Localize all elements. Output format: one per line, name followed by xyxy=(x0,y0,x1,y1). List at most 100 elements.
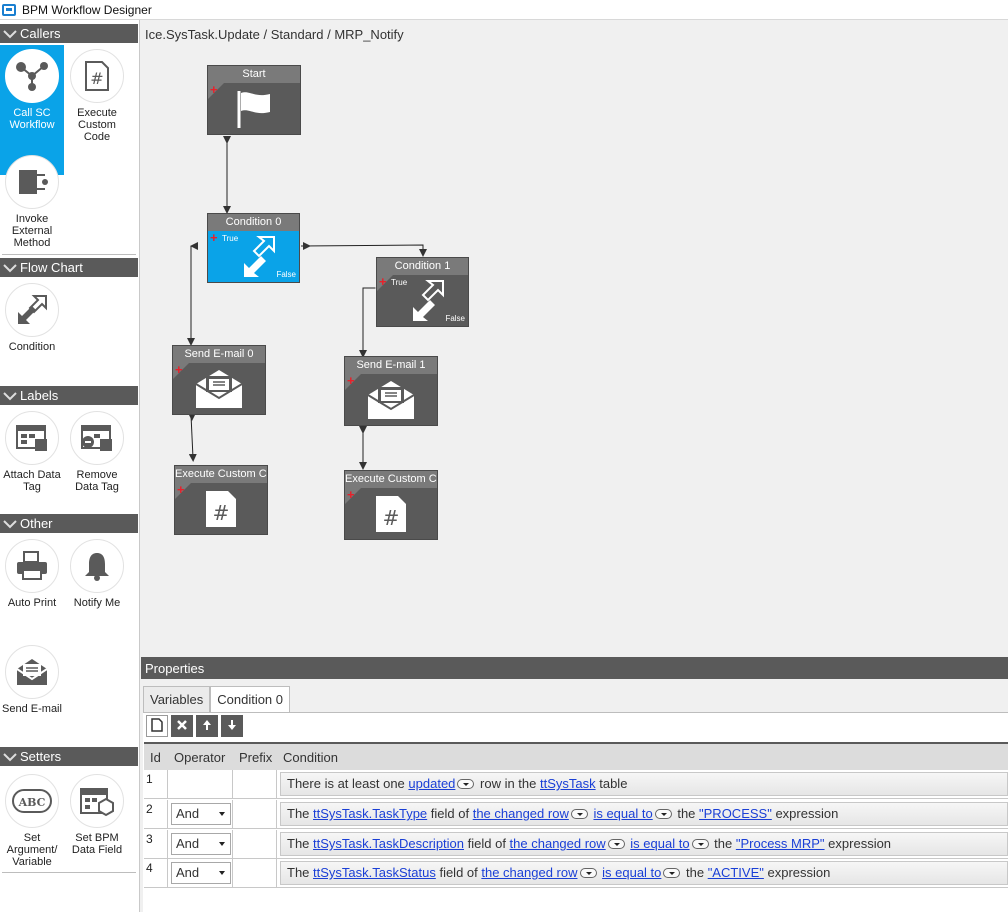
false-label: False xyxy=(276,270,296,279)
code-file-icon: # xyxy=(175,483,267,534)
operator-link[interactable]: is equal to xyxy=(593,806,652,821)
section-other[interactable]: Other xyxy=(0,514,138,533)
tool-remove-data-tag[interactable]: Remove Data Tag xyxy=(65,407,129,493)
row-link[interactable]: the changed row xyxy=(481,865,577,880)
prefix-cell[interactable] xyxy=(233,859,277,887)
operator-link[interactable]: is equal to xyxy=(602,865,661,880)
caret-down-icon xyxy=(219,812,225,816)
column-operator[interactable]: Operator xyxy=(174,750,225,765)
condition-row[interactable]: 1 There is at least one updated row in t… xyxy=(144,770,1008,799)
section-label: Other xyxy=(20,516,53,531)
app-icon xyxy=(2,3,16,16)
envelope-icon xyxy=(345,374,437,425)
node-send-email-0[interactable]: Send E-mail 0 + xyxy=(172,345,266,415)
dropdown-icon[interactable] xyxy=(654,809,672,819)
tool-set-bpm-data-field[interactable]: Set BPM Data Field xyxy=(65,770,129,856)
row-id: 4 xyxy=(146,861,153,875)
tool-execute-custom-code[interactable]: # Execute Custom Code xyxy=(65,45,129,143)
column-condition[interactable]: Condition xyxy=(283,750,338,765)
add-icon[interactable]: + xyxy=(210,231,218,244)
condition-text: the xyxy=(682,865,708,880)
tool-condition[interactable]: Condition xyxy=(0,279,64,353)
true-label: True xyxy=(391,278,408,287)
condition-text: expression xyxy=(771,806,839,821)
value-link[interactable]: "ACTIVE" xyxy=(708,865,764,880)
node-execute-custom-code-1[interactable]: Execute Custom Code + # xyxy=(344,470,438,540)
dropdown-icon[interactable] xyxy=(607,839,625,849)
tool-invoke-external-method[interactable]: Invoke External Method xyxy=(0,151,64,249)
section-labels[interactable]: Labels xyxy=(0,386,138,405)
field-link[interactable]: ttSysTask.TaskStatus xyxy=(313,865,436,880)
condition-row[interactable]: 4 And The ttSysTask.TaskStatus field of … xyxy=(144,859,1008,888)
tool-send-email[interactable]: Send E-mail xyxy=(0,641,64,715)
section-label: Flow Chart xyxy=(20,260,83,275)
dropdown-icon[interactable] xyxy=(457,779,475,789)
operator-value: And xyxy=(176,806,200,821)
node-title: Send E-mail 1 xyxy=(345,357,437,374)
tab-condition-0[interactable]: Condition 0 xyxy=(210,686,291,713)
properties-tabs: Variables Condition 0 xyxy=(143,686,291,713)
tool-notify-me[interactable]: Notify Me xyxy=(65,535,129,609)
node-send-email-1[interactable]: Send E-mail 1 + xyxy=(344,356,438,426)
value-link[interactable]: "PROCESS" xyxy=(699,806,772,821)
prefix-cell[interactable] xyxy=(233,770,277,798)
caret-down-icon xyxy=(219,842,225,846)
row-link[interactable]: the changed row xyxy=(473,806,569,821)
connector xyxy=(188,414,197,462)
condition-text: expression xyxy=(763,865,831,880)
field-link[interactable]: ttSysTask.TaskDescription xyxy=(313,836,464,851)
operator-cell: And xyxy=(167,830,233,858)
arrow-down-icon xyxy=(227,719,237,734)
delete-row-button[interactable] xyxy=(171,715,193,737)
operator-select[interactable]: And xyxy=(171,833,231,855)
operator-link[interactable]: is equal to xyxy=(630,836,689,851)
condition-text: field of xyxy=(464,836,510,851)
tool-label: Remove Data Tag xyxy=(75,469,119,493)
condition-text: There is at least one xyxy=(287,776,409,791)
dropdown-icon[interactable] xyxy=(691,839,709,849)
tool-label: Invoke External Method xyxy=(11,213,53,249)
section-callers[interactable]: Callers xyxy=(0,24,138,43)
operator-select[interactable]: And xyxy=(171,803,231,825)
node-start[interactable]: Start + xyxy=(207,65,301,135)
column-prefix[interactable]: Prefix xyxy=(239,750,272,765)
section-flow-chart[interactable]: Flow Chart xyxy=(0,258,138,277)
tool-attach-data-tag[interactable]: Attach Data Tag xyxy=(0,407,64,493)
svg-text:ABC: ABC xyxy=(18,796,46,809)
dropdown-icon[interactable] xyxy=(579,868,597,878)
node-title: Condition 1 xyxy=(377,258,468,275)
code-file-icon: # xyxy=(345,488,437,539)
tool-label: Call SC Workflow xyxy=(9,107,55,131)
tool-auto-print[interactable]: Auto Print xyxy=(0,535,64,609)
operator-value: And xyxy=(176,836,200,851)
row-type-link[interactable]: updated xyxy=(408,776,455,791)
condition-row[interactable]: 3 And The ttSysTask.TaskDescription fiel… xyxy=(144,830,1008,859)
prefix-cell[interactable] xyxy=(233,830,277,858)
table-link[interactable]: ttSysTask xyxy=(540,776,596,791)
field-link[interactable]: ttSysTask.TaskType xyxy=(313,806,427,821)
node-condition-0[interactable]: Condition 0 + True False xyxy=(207,213,300,283)
attach-tag-icon xyxy=(5,411,59,465)
row-link[interactable]: the changed row xyxy=(510,836,606,851)
value-link[interactable]: "Process MRP" xyxy=(736,836,825,851)
column-id[interactable]: Id xyxy=(150,750,161,765)
new-row-button[interactable] xyxy=(146,715,168,737)
section-setters[interactable]: Setters xyxy=(0,747,138,766)
svg-text:#: # xyxy=(90,69,103,88)
prefix-cell[interactable] xyxy=(233,800,277,828)
node-title: Execute Custom Code xyxy=(175,466,267,483)
new-document-icon xyxy=(151,717,163,735)
move-down-button[interactable] xyxy=(221,715,243,737)
node-execute-custom-code-0[interactable]: Execute Custom Code + # xyxy=(174,465,268,535)
false-label: False xyxy=(445,314,465,323)
caret-down-icon xyxy=(219,871,225,875)
operator-select[interactable]: And xyxy=(171,862,231,884)
dropdown-icon[interactable] xyxy=(570,809,588,819)
tab-variables[interactable]: Variables xyxy=(143,686,211,712)
tool-set-argument-variable[interactable]: ABC Set Argument/ Variable xyxy=(0,770,64,868)
node-condition-1[interactable]: Condition 1 + True False xyxy=(376,257,469,327)
move-up-button[interactable] xyxy=(196,715,218,737)
condition-row[interactable]: 2 And The ttSysTask.TaskType field of th… xyxy=(144,800,1008,829)
dropdown-icon[interactable] xyxy=(663,868,681,878)
add-icon[interactable]: + xyxy=(379,275,387,288)
